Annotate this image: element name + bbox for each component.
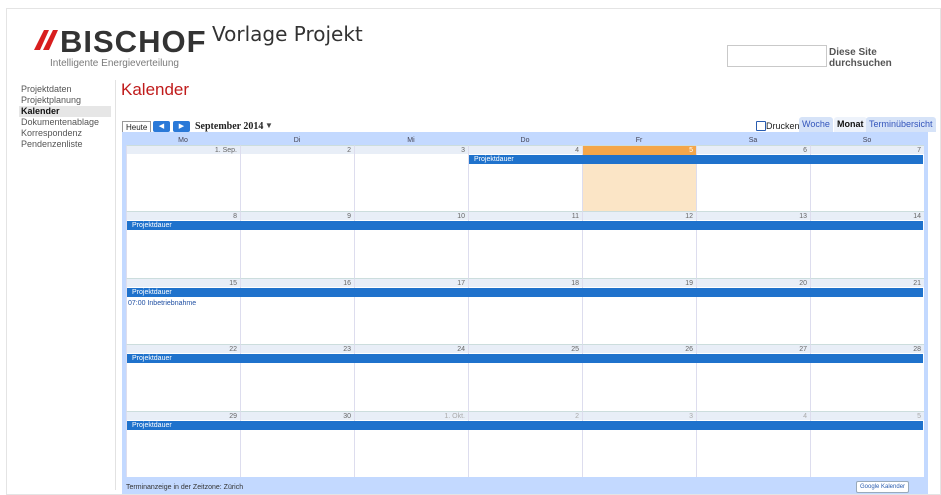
day-number: 23 — [343, 346, 351, 354]
week-row: 29 30 1. Okt. 2 3 4 5 Projektdauer — [126, 410, 924, 477]
day-number: 15 — [229, 279, 237, 287]
search-button[interactable]: Diese Site durchsuchen — [829, 47, 941, 69]
day-number: 7 — [917, 147, 921, 154]
event-projektdauer[interactable]: Projektdauer — [127, 354, 923, 364]
weekday-label: Di — [293, 137, 301, 144]
day-number: 1. Okt. — [444, 412, 465, 420]
tab-month[interactable]: Monat — [834, 117, 867, 132]
weekday-label: Fr — [635, 137, 643, 144]
day-number: 9 — [347, 213, 351, 221]
week-row: 8 9 10 11 12 13 14 Projektdauer — [126, 211, 924, 278]
timezone-note: Terminanzeige in der Zeitzone: Zürich — [126, 484, 244, 491]
today-highlight — [583, 146, 696, 155]
logo-text: BISCHOF — [60, 24, 207, 59]
calendar-body: Mo Di Mi Do Fr Sa So 1. Sep. 2 3 4 5 6 7 Projektdauer… — [126, 136, 924, 477]
day-number: 25 — [571, 346, 579, 354]
print-link[interactable]: Drucken — [766, 121, 800, 131]
day-number: 28 — [913, 346, 921, 354]
day-number: 2 — [347, 147, 351, 154]
event-projektdauer[interactable]: Projektdauer — [127, 287, 923, 297]
day-number: 18 — [571, 279, 579, 287]
day-cell[interactable]: 2 — [240, 145, 354, 212]
day-number: 4 — [803, 412, 807, 420]
tab-agenda[interactable]: Terminübersicht — [866, 117, 936, 132]
current-month-label: September 2014 — [195, 121, 264, 132]
weekday-label: So — [862, 137, 872, 144]
sidebar-item-projektplanung[interactable]: Projektplanung — [19, 95, 111, 106]
lightning-logo-icon — [34, 30, 58, 50]
event-projektdauer[interactable]: Projektdauer — [127, 420, 923, 430]
day-number: 29 — [229, 412, 237, 420]
day-number: 13 — [799, 213, 807, 221]
sidebar-item-korrespondenz[interactable]: Korrespondenz — [19, 128, 111, 139]
weekday-label: Sa — [748, 137, 758, 144]
search-input[interactable] — [727, 45, 827, 67]
day-number: 6 — [803, 147, 807, 154]
logo-tagline: Intelligente Energieverteilung — [50, 58, 179, 69]
week-row: 22 23 24 25 26 27 28 Projektdauer — [126, 344, 924, 411]
weekday-label: Mi — [407, 137, 415, 144]
day-number: 2 — [575, 412, 579, 420]
print-icon[interactable] — [756, 121, 766, 131]
event-inbetriebnahme[interactable]: 07:00 Inbetriebnahme — [128, 300, 196, 307]
week-row: 1. Sep. 2 3 4 5 6 7 Projektdauer — [126, 145, 924, 212]
day-number: 17 — [457, 279, 465, 287]
weekday-label: Do — [520, 137, 530, 144]
day-number: 8 — [233, 213, 237, 221]
weekday-label: Mo — [178, 137, 188, 144]
day-number: 11 — [571, 213, 579, 221]
nav-divider — [115, 80, 116, 490]
site-title: Vorlage Projekt — [212, 22, 363, 46]
day-number: 12 — [685, 213, 693, 221]
day-cell[interactable]: 1. Sep. — [126, 145, 240, 212]
day-number: 1. Sep. — [214, 147, 237, 154]
calendar-grid: Mo Di Mi Do Fr Sa So 1. Sep. 2 3 4 5 6 7 Projektdauer… — [122, 132, 928, 494]
page-title: Kalender — [121, 80, 190, 99]
prev-month-button[interactable]: ◀ — [153, 121, 170, 132]
sidebar-nav: Projektdaten Projektplanung Kalender Dok… — [19, 84, 111, 150]
day-number: 26 — [685, 346, 693, 354]
day-number: 5 — [917, 412, 921, 420]
month-dropdown-icon[interactable]: ▼ — [265, 121, 273, 130]
day-number: 22 — [229, 346, 237, 354]
day-number: 5 — [689, 147, 693, 154]
weekday-header: Mo Di Mi Do Fr Sa So — [126, 136, 924, 145]
day-number: 3 — [461, 147, 465, 154]
day-number: 19 — [685, 279, 693, 287]
day-number: 20 — [799, 279, 807, 287]
sidebar-item-kalender[interactable]: Kalender — [19, 106, 111, 117]
event-projektdauer[interactable]: Projektdauer — [127, 221, 923, 231]
sidebar-item-projektdaten[interactable]: Projektdaten — [19, 84, 111, 95]
day-cell[interactable]: 3 — [354, 145, 468, 212]
event-projektdauer[interactable]: Projektdauer — [469, 155, 923, 164]
sidebar-item-dokumentenablage[interactable]: Dokumentenablage — [19, 117, 111, 128]
day-number: 10 — [457, 213, 465, 221]
chevron-right-icon: ▶ — [178, 123, 185, 130]
bischof-logo[interactable]: BISCHOF Intelligente Energieverteilung — [30, 24, 208, 74]
week-row: 15 16 17 18 19 20 21 Projektdauer 07:00 Inbetrie… — [126, 277, 924, 345]
day-number: 30 — [343, 412, 351, 420]
day-number: 3 — [689, 412, 693, 420]
day-number: 21 — [913, 279, 921, 287]
day-number: 27 — [799, 346, 807, 354]
chevron-left-icon: ◀ — [158, 123, 165, 130]
tab-week[interactable]: Woche — [799, 117, 833, 132]
day-number: 14 — [913, 213, 921, 221]
sidebar-item-pendenzenliste[interactable]: Pendenzenliste — [19, 139, 111, 150]
google-calendar-badge[interactable]: Google Kalender — [856, 481, 910, 493]
next-month-button[interactable]: ▶ — [173, 121, 190, 132]
day-number: 16 — [343, 279, 351, 287]
day-number: 24 — [457, 346, 465, 354]
day-number: 4 — [575, 147, 579, 154]
